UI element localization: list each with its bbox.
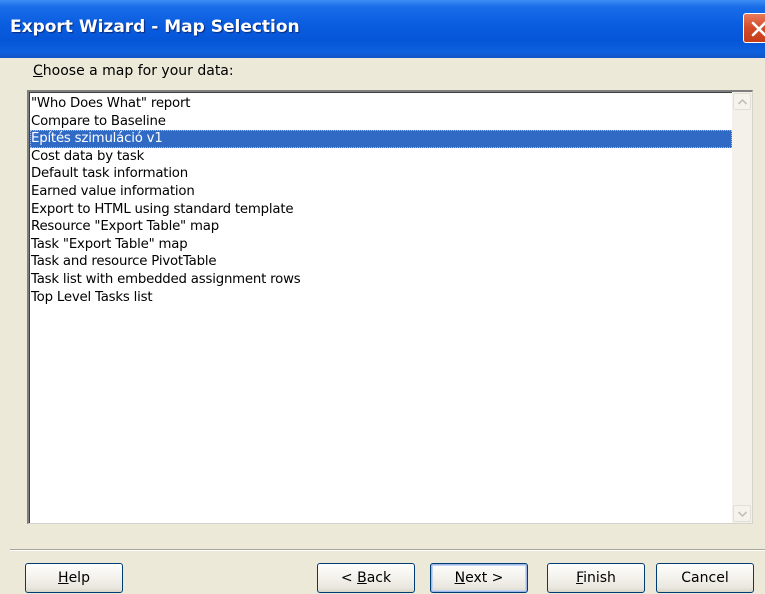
- close-button[interactable]: [743, 13, 765, 43]
- next-button[interactable]: Next >: [430, 563, 528, 593]
- title-bar[interactable]: Export Wizard - Map Selection: [0, 0, 765, 58]
- button-separator: [10, 549, 765, 551]
- map-prompt-label: Choose a map for your data:: [33, 63, 234, 79]
- map-list-item-selected[interactable]: Építés szimuláció v1: [30, 130, 732, 148]
- map-list: "Who Does What" report Compare to Baselin…: [30, 95, 732, 306]
- map-list-item[interactable]: Default task information: [30, 165, 732, 183]
- help-button[interactable]: Help: [25, 563, 123, 593]
- map-list-item[interactable]: Cost data by task: [30, 148, 732, 166]
- chevron-up-icon: [737, 98, 748, 105]
- back-button[interactable]: < Back: [317, 563, 415, 593]
- scroll-up-button[interactable]: [733, 93, 751, 110]
- map-list-item[interactable]: Task and resource PivotTable: [30, 253, 732, 271]
- finish-button[interactable]: Finish: [547, 563, 645, 593]
- map-list-item[interactable]: Earned value information: [30, 183, 732, 201]
- map-list-item[interactable]: Task list with embedded assignment rows: [30, 271, 732, 289]
- window-title: Export Wizard - Map Selection: [10, 17, 300, 37]
- vertical-scrollbar[interactable]: [732, 92, 752, 523]
- map-list-item[interactable]: Top Level Tasks list: [30, 289, 732, 307]
- cancel-button[interactable]: Cancel: [656, 563, 754, 593]
- map-list-item[interactable]: Export to HTML using standard template: [30, 201, 732, 219]
- chevron-down-icon: [737, 511, 748, 518]
- export-wizard-dialog: Export Wizard - Map Selection Choose a m…: [0, 0, 765, 594]
- map-listbox[interactable]: "Who Does What" report Compare to Baselin…: [27, 90, 753, 524]
- map-list-item[interactable]: Resource "Export Table" map: [30, 218, 732, 236]
- scroll-down-button[interactable]: [733, 505, 751, 522]
- close-icon: [751, 21, 765, 37]
- map-list-item[interactable]: Compare to Baseline: [30, 113, 732, 131]
- map-list-item[interactable]: Task "Export Table" map: [30, 236, 732, 254]
- map-list-item[interactable]: "Who Does What" report: [30, 95, 732, 113]
